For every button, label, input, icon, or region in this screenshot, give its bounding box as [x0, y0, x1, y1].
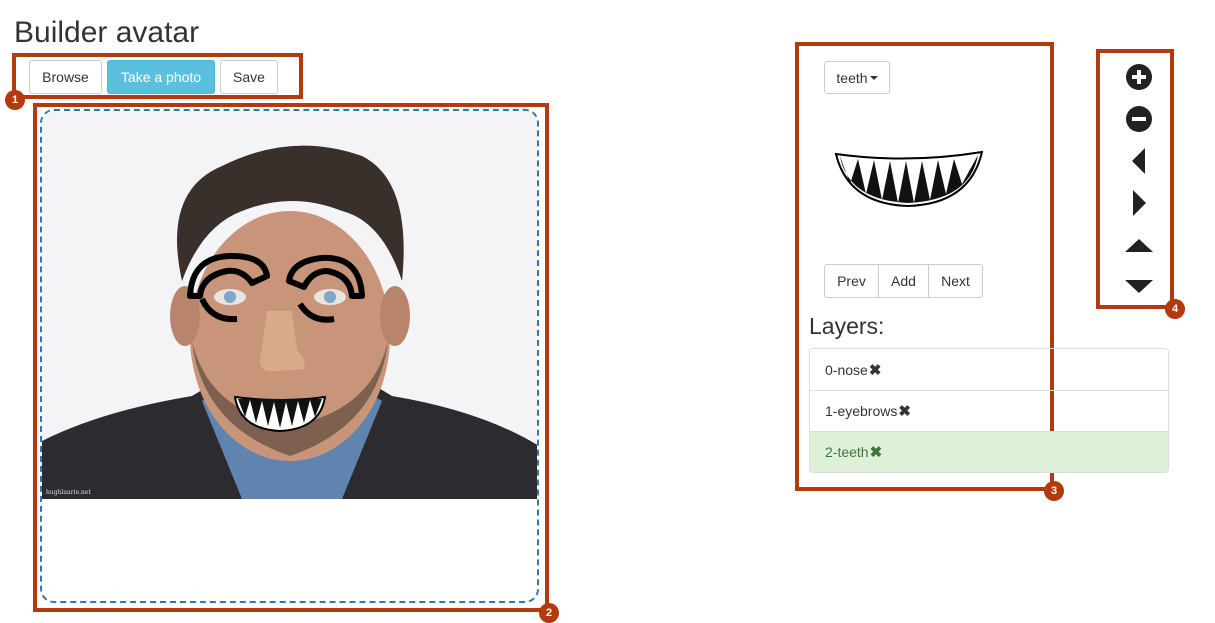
photo-watermark: hughlaurie.net — [46, 489, 91, 496]
zoom-in-icon[interactable] — [1124, 62, 1154, 92]
part-type-dropdown[interactable]: teeth — [824, 61, 890, 94]
layer-item-teeth[interactable]: 2-teeth ✖ — [810, 431, 1168, 472]
save-button[interactable]: Save — [220, 60, 278, 94]
caret-down-icon — [869, 75, 878, 80]
layer-item-eyebrows[interactable]: 1-eyebrows ✖ — [810, 390, 1168, 431]
add-button[interactable]: Add — [878, 264, 929, 298]
layers-list: 0-nose ✖ 1-eyebrows ✖ 2-teeth ✖ — [809, 348, 1169, 473]
remove-layer-icon[interactable]: ✖ — [869, 361, 882, 379]
layers-heading: Layers: — [809, 313, 885, 339]
prev-button[interactable]: Prev — [824, 264, 879, 298]
annotation-badge-4: 4 — [1165, 299, 1185, 319]
move-down-icon[interactable] — [1124, 271, 1154, 301]
layer-label: 1-eyebrows — [825, 403, 898, 419]
part-nav-group: Prev Add Next — [824, 264, 983, 298]
annotation-badge-2: 2 — [539, 603, 559, 623]
annotation-badge-3: 3 — [1044, 481, 1064, 501]
zoom-out-icon[interactable] — [1124, 104, 1154, 134]
remove-layer-icon[interactable]: ✖ — [870, 443, 883, 461]
annotation-badge-1: 1 — [5, 90, 25, 110]
part-type-selected: teeth — [836, 69, 868, 86]
page-title: Builder avatar — [14, 16, 200, 49]
move-right-icon[interactable] — [1124, 188, 1154, 218]
avatar-canvas[interactable]: hughlaurie.net — [40, 109, 539, 603]
take-photo-button[interactable]: Take a photo — [107, 60, 215, 94]
layer-label: 0-nose — [825, 361, 868, 378]
browse-button[interactable]: Browse — [29, 60, 102, 94]
part-preview-teeth — [832, 148, 985, 210]
layer-label: 2-teeth — [825, 444, 869, 460]
avatar-photo: hughlaurie.net — [42, 111, 537, 499]
move-left-icon[interactable] — [1124, 146, 1154, 176]
next-button[interactable]: Next — [928, 264, 983, 298]
move-up-icon[interactable] — [1124, 231, 1154, 261]
remove-layer-icon[interactable]: ✖ — [898, 402, 911, 420]
layer-item-nose[interactable]: 0-nose ✖ — [810, 349, 1168, 390]
